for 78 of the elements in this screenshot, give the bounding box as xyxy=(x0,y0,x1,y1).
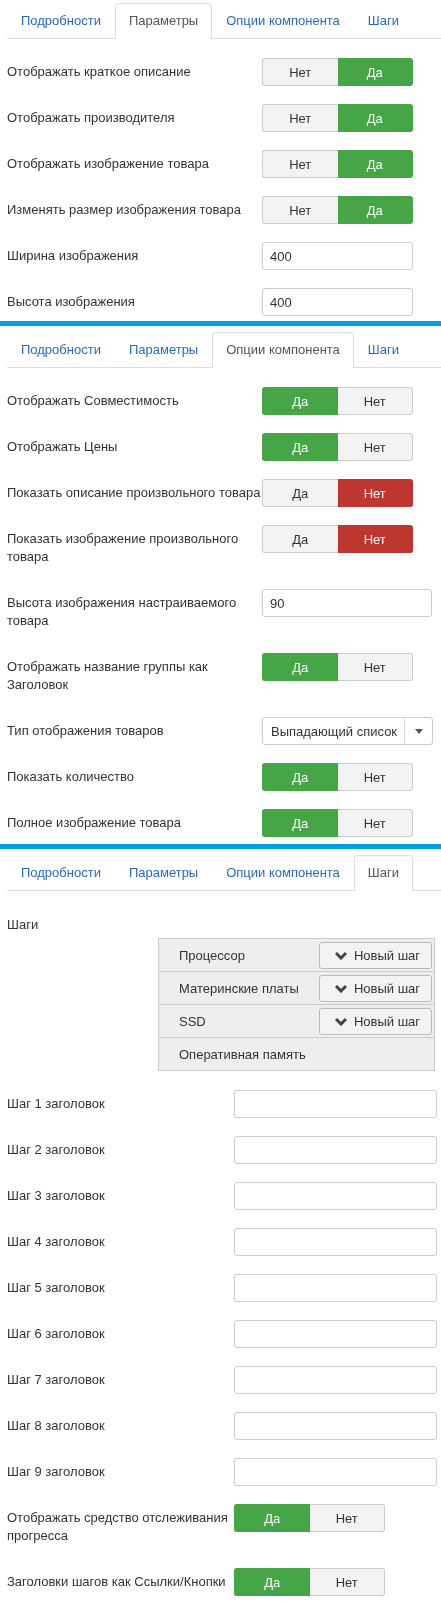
tab[interactable]: Опции компонента xyxy=(212,855,354,891)
field-label: Показать описание произвольного товара xyxy=(7,484,262,502)
field-label: Шаг 8 заголовок xyxy=(7,1417,106,1435)
toggle-option[interactable]: Нет xyxy=(337,433,413,461)
tab[interactable]: Опции компонента xyxy=(212,3,354,39)
toggle-option[interactable]: Нет xyxy=(262,58,338,86)
input-field[interactable] xyxy=(234,1274,437,1302)
toggle-option[interactable]: Нет xyxy=(337,479,413,507)
toggle-option[interactable]: Да xyxy=(262,525,338,553)
field-label: Отображать изображение товара xyxy=(7,155,210,173)
field-label: Показать количество xyxy=(7,768,135,786)
field-label: Шаг 2 заголовок xyxy=(7,1141,106,1159)
toggle-option[interactable]: Нет xyxy=(337,525,413,553)
field-label: Шаг 7 заголовок xyxy=(7,1371,106,1389)
tab[interactable]: Шаги xyxy=(353,855,413,891)
input-field[interactable] xyxy=(234,1136,437,1164)
field-label: Полное изображение товара xyxy=(7,814,183,832)
tab[interactable]: Шаги xyxy=(353,332,413,368)
input-field[interactable] xyxy=(234,1458,437,1486)
field-label: Заголовки шагов как Ссылки/Кнопки xyxy=(7,1573,227,1591)
field-label: Отображать производителя xyxy=(7,109,176,127)
field-label: Отображать Совместимость xyxy=(7,392,180,410)
tab[interactable]: Параметры xyxy=(114,332,213,368)
field-label: Отображать краткое описание xyxy=(7,63,192,81)
toggle-option[interactable]: Нет xyxy=(309,1568,385,1596)
caret-down-icon xyxy=(414,728,423,734)
toggle-option[interactable]: Нет xyxy=(337,387,413,415)
field-label: Высота изображения xyxy=(7,293,136,311)
new-step-button[interactable]: Новый шаг xyxy=(319,941,432,969)
toggle-option[interactable]: Нет xyxy=(337,763,413,791)
chevron-down-icon xyxy=(334,1016,347,1026)
field-label: Высота изображения настраиваемого товара xyxy=(7,594,238,630)
field-label: Шаг 5 заголовок xyxy=(7,1279,106,1297)
field-label: Ширина изображения xyxy=(7,247,140,265)
input-field[interactable] xyxy=(234,1182,437,1210)
input-field[interactable] xyxy=(234,1412,437,1440)
field-label: Отображать средство отслеживания прогресса xyxy=(7,1509,229,1545)
tab[interactable]: Подробности xyxy=(7,332,115,368)
step-name: Материнские платы xyxy=(179,980,300,996)
input-field[interactable]: 90 xyxy=(262,589,432,617)
field-label: Шаг 6 заголовок xyxy=(7,1325,106,1343)
tab[interactable]: Подробности xyxy=(7,3,115,39)
toggle-option[interactable]: Нет xyxy=(262,196,338,224)
field-label: Шаг 4 заголовок xyxy=(7,1233,106,1251)
input-field[interactable] xyxy=(234,1366,437,1394)
toggle-option[interactable]: Нет xyxy=(262,150,338,178)
field-label: Шаги xyxy=(7,916,40,934)
tab[interactable]: Подробности xyxy=(7,855,115,891)
tab[interactable]: Опции компонента xyxy=(212,332,354,368)
new-step-button[interactable]: Новый шаг xyxy=(319,974,432,1002)
field-label: Тип отображения товаров xyxy=(7,722,165,740)
tab[interactable]: Параметры xyxy=(114,3,213,39)
input-field[interactable] xyxy=(234,1320,437,1348)
field-label: Отображать название группы как Заголовок xyxy=(7,658,209,694)
toggle-option[interactable]: Нет xyxy=(309,1504,385,1532)
field-label: Изменять размер изображения товара xyxy=(7,201,243,219)
step-name: SSD xyxy=(179,1013,207,1029)
input-field[interactable]: 400 xyxy=(262,242,413,270)
toggle-option[interactable]: Нет xyxy=(337,809,413,837)
toggle-option[interactable]: Нет xyxy=(262,104,338,132)
toggle-option[interactable]: Нет xyxy=(337,653,413,681)
input-field[interactable] xyxy=(234,1090,437,1118)
step-name: Процессор xyxy=(179,947,246,963)
dropdown[interactable]: Выпадающий список xyxy=(262,717,433,745)
chevron-down-icon xyxy=(334,950,347,960)
new-step-button[interactable]: Новый шаг xyxy=(319,1007,432,1035)
chevron-down-icon xyxy=(334,983,347,993)
field-label: Шаг 3 заголовок xyxy=(7,1187,106,1205)
field-label: Показать изображение произвольного товара xyxy=(7,530,240,566)
toggle-option[interactable]: Да xyxy=(262,479,338,507)
field-label: Шаг 9 заголовок xyxy=(7,1463,106,1481)
field-label: Шаг 1 заголовок xyxy=(7,1095,106,1113)
tab[interactable]: Параметры xyxy=(114,855,213,891)
field-label: Отображать Цены xyxy=(7,438,119,456)
tab[interactable]: Шаги xyxy=(353,3,413,39)
input-field[interactable]: 400 xyxy=(262,288,413,316)
step-name: Оперативная память xyxy=(179,1046,307,1062)
input-field[interactable] xyxy=(234,1228,437,1256)
